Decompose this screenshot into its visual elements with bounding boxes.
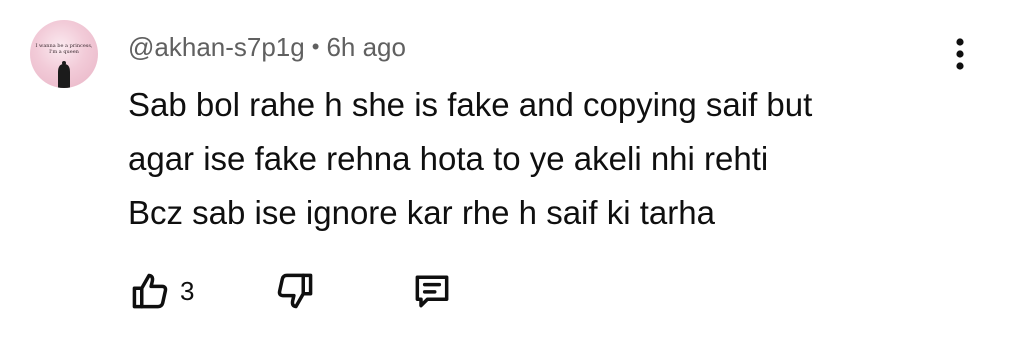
comment-reply-icon — [415, 275, 449, 308]
comment-line: agar ise fake rehna hota to ye akeli nhi… — [128, 140, 769, 177]
more-options-button[interactable] — [942, 34, 978, 74]
comment-text: Sab bol rahe h she is fake and copying s… — [128, 78, 948, 240]
dislike-button[interactable] — [273, 268, 317, 314]
comment-meta: @akhan-s7p1g • 6h ago — [128, 30, 406, 64]
author-handle[interactable]: @akhan-s7p1g — [128, 32, 305, 63]
thumbs-up-icon — [132, 273, 168, 309]
meta-separator: • — [311, 34, 320, 59]
like-count: 3 — [180, 275, 195, 306]
like-button[interactable]: 3 — [128, 268, 194, 314]
comment-line: Bcz sab ise ignore kar rhe h saif ki tar… — [128, 194, 715, 231]
comment-timestamp: 6h ago — [326, 31, 406, 62]
avatar-figure-shape — [58, 64, 70, 88]
comment-line: Sab bol rahe h she is fake and copying s… — [128, 86, 813, 123]
thumbs-down-icon — [277, 273, 313, 309]
avatar-image: I wanna be a princess, I'm a queen — [35, 43, 93, 88]
more-vertical-icon — [956, 38, 964, 70]
reply-button[interactable] — [410, 268, 454, 314]
avatar[interactable]: I wanna be a princess, I'm a queen — [30, 20, 98, 88]
comment-actions: 3 — [128, 268, 488, 314]
avatar-text-2: I'm a queen — [49, 49, 80, 55]
comment-card: I wanna be a princess, I'm a queen @akha… — [0, 0, 1024, 339]
